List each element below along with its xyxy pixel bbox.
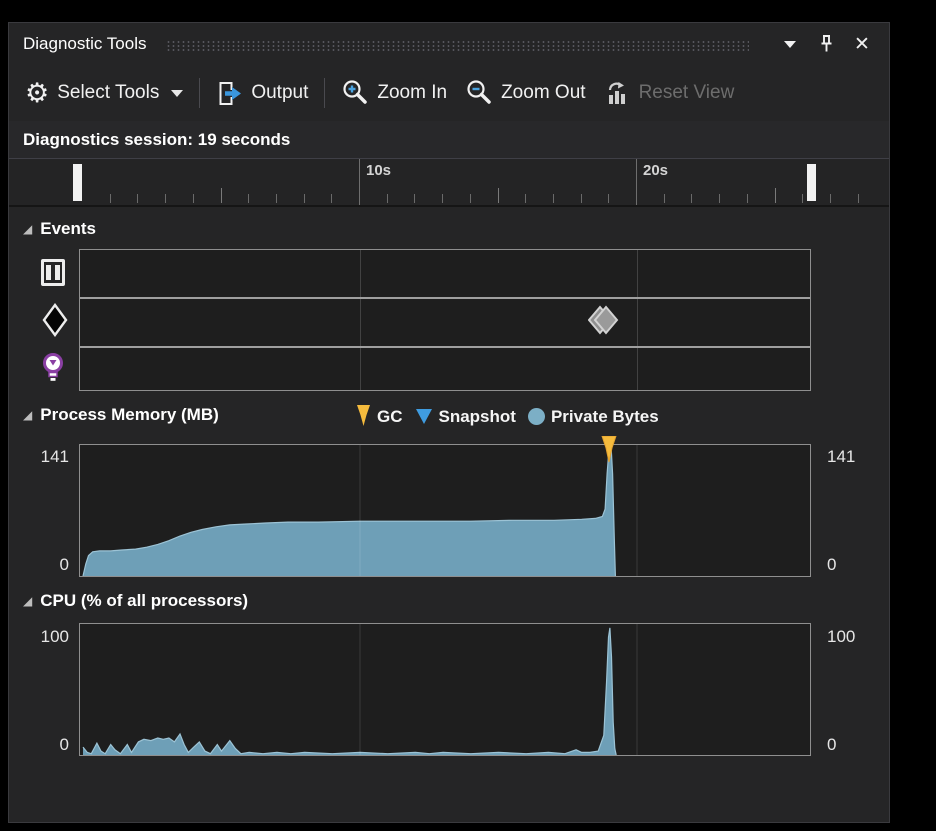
memory-title: Process Memory (MB) (40, 405, 219, 425)
cpu-section-header[interactable]: ◢ CPU (% of all processors) (23, 591, 248, 611)
snapshot-triangle-icon (415, 409, 433, 425)
legend-gc-label: GC (377, 407, 403, 427)
events-section-header[interactable]: ◢ Events (23, 219, 96, 239)
break-events-icon (41, 259, 65, 286)
dropdown-chevron-icon (171, 90, 183, 97)
pin-icon (818, 34, 835, 54)
cpu-title: CPU (% of all processors) (40, 591, 248, 611)
intellitrace-events-icon (41, 303, 69, 337)
legend-snapshot: Snapshot (415, 407, 516, 427)
session-bar: Diagnostics session: 19 seconds (9, 121, 889, 159)
gc-flag-icon (356, 405, 371, 428)
diagnostic-tools-panel: Diagnostic Tools ✕ ⚙ Select Tools Output (8, 22, 890, 823)
toolbar-separator (324, 78, 325, 108)
zoom-in-button[interactable]: Zoom In (341, 79, 447, 107)
output-button[interactable]: Output (216, 80, 308, 107)
collapse-triangle-icon: ◢ (23, 408, 32, 422)
toolbar-separator (199, 78, 200, 108)
gear-icon: ⚙ (25, 80, 49, 107)
chevron-down-icon (784, 41, 796, 48)
events-row-break[interactable] (80, 250, 810, 297)
gc-flag-icon (600, 436, 618, 464)
memory-ymin-left: 0 (21, 555, 69, 575)
zoom-out-label: Zoom Out (501, 82, 585, 104)
event-marker[interactable] (588, 304, 620, 341)
stacked-diamonds-icon (588, 304, 620, 336)
memory-area-chart (80, 445, 810, 576)
cpu-chart[interactable] (79, 623, 811, 756)
close-icon: ✕ (854, 35, 870, 54)
legend-private-bytes: Private Bytes (528, 407, 659, 427)
custom-events-icon (41, 352, 65, 383)
memory-ymax-left: 141 (21, 447, 69, 467)
drag-grip-texture[interactable] (166, 40, 749, 52)
timeline-ruler[interactable]: 10s20s (9, 159, 889, 207)
zoom-in-icon (341, 79, 369, 107)
panel-title: Diagnostic Tools (23, 34, 146, 54)
zoom-out-button[interactable]: Zoom Out (465, 79, 585, 107)
output-icon (216, 80, 243, 107)
reset-view-button[interactable]: Reset View (604, 80, 735, 107)
close-button[interactable]: ✕ (849, 31, 875, 57)
events-row-custom[interactable] (80, 346, 810, 393)
legend-gc: GC (356, 405, 403, 428)
memory-ymin-right: 0 (827, 555, 875, 575)
screen: Diagnostic Tools ✕ ⚙ Select Tools Output (0, 0, 936, 831)
collapse-triangle-icon: ◢ (23, 222, 32, 236)
events-row-intellitrace[interactable] (80, 297, 810, 344)
events-title: Events (40, 219, 96, 239)
window-menu-button[interactable] (777, 31, 803, 57)
toolbar: ⚙ Select Tools Output Zoom In (9, 65, 889, 121)
cpu-ymin-right: 0 (827, 735, 875, 755)
select-tools-label: Select Tools (57, 82, 159, 104)
legend-snapshot-label: Snapshot (439, 407, 516, 427)
timeline-handle-right[interactable] (807, 164, 816, 201)
timeline-handle-left[interactable] (73, 164, 82, 201)
collapse-triangle-icon: ◢ (23, 594, 32, 608)
panel-title-bar: Diagnostic Tools ✕ (9, 23, 889, 65)
output-label: Output (251, 82, 308, 104)
memory-legend: GC Snapshot Private Bytes (356, 405, 659, 428)
memory-section-header[interactable]: ◢ Process Memory (MB) (23, 405, 219, 425)
reset-view-icon (604, 80, 631, 107)
select-tools-button[interactable]: ⚙ Select Tools (25, 80, 183, 107)
cpu-ymin-left: 0 (21, 735, 69, 755)
private-bytes-dot-icon (528, 408, 545, 425)
zoom-in-label: Zoom In (377, 82, 447, 104)
memory-ymax-right: 141 (827, 447, 875, 467)
session-text: Diagnostics session: 19 seconds (23, 130, 290, 150)
legend-private-bytes-label: Private Bytes (551, 407, 659, 427)
pin-button[interactable] (813, 31, 839, 57)
memory-chart[interactable] (79, 444, 811, 577)
cpu-area-chart (80, 624, 810, 755)
events-grid[interactable] (79, 249, 811, 391)
reset-view-label: Reset View (639, 82, 735, 104)
cpu-ymax-left: 100 (21, 627, 69, 647)
zoom-out-icon (465, 79, 493, 107)
cpu-ymax-right: 100 (827, 627, 875, 647)
